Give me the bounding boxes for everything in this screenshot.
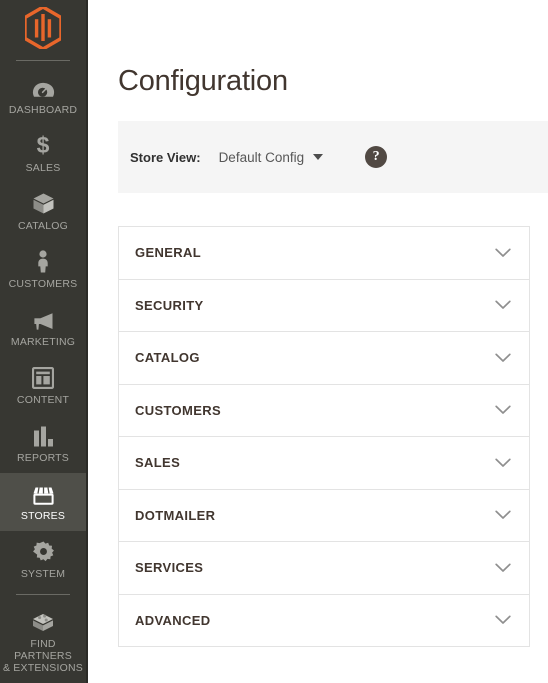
magento-logo-icon <box>25 6 61 49</box>
page-title: Configuration <box>118 65 288 97</box>
person-icon <box>35 249 51 273</box>
chevron-down-icon <box>495 510 511 520</box>
sidebar-item-dashboard[interactable]: DASHBOARD <box>0 67 86 125</box>
extension-block-icon <box>31 609 55 633</box>
sidebar-item-customers[interactable]: CUSTOMERS <box>0 241 86 299</box>
sidebar-item-label: SYSTEM <box>20 568 66 581</box>
config-section-dotmailer[interactable]: DOTMAILER <box>119 489 529 542</box>
config-section-security[interactable]: SECURITY <box>119 279 529 332</box>
main-content: Configuration Store View: Default Config… <box>88 0 548 683</box>
config-section-sales[interactable]: SALES <box>119 437 529 490</box>
config-section-customers[interactable]: CUSTOMERS <box>119 384 529 437</box>
sidebar-item-label: DASHBOARD <box>8 104 78 117</box>
storefront-icon <box>31 481 56 505</box>
chevron-down-icon <box>495 458 511 467</box>
sidebar-item-marketing[interactable]: MARKETING <box>0 299 86 357</box>
sidebar-item-sales[interactable]: $ SALES <box>0 125 86 183</box>
section-title: SECURITY <box>135 297 204 313</box>
sidebar-item-find-partners[interactable]: FIND PARTNERS & EXTENSIONS <box>0 601 86 683</box>
sidebar-item-label: FIND PARTNERS & EXTENSIONS <box>2 638 83 674</box>
caret-down-icon <box>313 154 324 160</box>
admin-page: DASHBOARD $ SALES CATALOG CUSTOMERS MARK… <box>0 0 548 683</box>
config-section-advanced[interactable]: ADVANCED <box>119 594 529 647</box>
store-view-value: Default Config <box>218 149 305 165</box>
sidebar-item-label: REPORTS <box>17 452 69 465</box>
sidebar-item-label: CONTENT <box>16 394 70 407</box>
chevron-down-icon <box>495 405 511 415</box>
section-title: CATALOG <box>135 350 200 366</box>
store-view-label: Store View: <box>130 149 201 165</box>
sidebar-divider-top <box>16 60 70 62</box>
chevron-down-icon <box>495 615 511 625</box>
store-view-bar: Store View: Default Config ? <box>118 121 548 193</box>
layout-page-icon <box>32 365 54 390</box>
chevron-down-icon <box>495 248 511 257</box>
section-title: GENERAL <box>135 245 202 261</box>
sidebar-item-label: SALES <box>25 162 61 175</box>
sidebar-item-reports[interactable]: REPORTS <box>0 415 86 473</box>
dollar-sign-icon: $ <box>35 133 51 157</box>
sidebar-divider-bottom <box>16 594 70 595</box>
svg-text:$: $ <box>37 133 50 157</box>
section-title: ADVANCED <box>135 612 211 628</box>
sidebar-item-catalog[interactable]: CATALOG <box>0 183 86 241</box>
sidebar-item-label: CATALOG <box>17 220 69 233</box>
sidebar-item-stores[interactable]: STORES <box>0 473 86 532</box>
megaphone-icon <box>31 307 55 331</box>
config-section-services[interactable]: SERVICES <box>119 542 529 595</box>
sidebar-item-label: MARKETING <box>10 336 76 349</box>
sidebar-item-system[interactable]: SYSTEM <box>0 531 86 589</box>
configuration-sections-accordion: GENERAL SECURITY CATALOG CUSTOMERS SALES… <box>118 226 530 647</box>
admin-sidebar: DASHBOARD $ SALES CATALOG CUSTOMERS MARK… <box>0 0 88 683</box>
config-section-catalog[interactable]: CATALOG <box>119 332 529 385</box>
bar-chart-icon <box>32 423 54 447</box>
config-section-general[interactable]: GENERAL <box>119 227 529 280</box>
chevron-down-icon <box>495 563 511 572</box>
box-icon <box>32 191 55 215</box>
magento-logo[interactable] <box>0 0 86 55</box>
sidebar-item-label: STORES <box>20 510 66 523</box>
chevron-down-icon <box>495 300 511 310</box>
section-title: DOTMAILER <box>135 507 216 523</box>
section-title: CUSTOMERS <box>135 402 221 418</box>
dashboard-gauge-icon <box>32 75 55 99</box>
section-title: SALES <box>135 455 181 471</box>
store-view-select[interactable]: Default Config <box>219 150 324 165</box>
question-mark-icon[interactable]: ? <box>365 146 388 168</box>
section-title: SERVICES <box>135 560 204 576</box>
chevron-down-icon <box>495 353 511 362</box>
sidebar-item-content[interactable]: CONTENT <box>0 357 86 415</box>
gear-icon <box>32 539 55 563</box>
sidebar-item-label: CUSTOMERS <box>8 278 78 291</box>
